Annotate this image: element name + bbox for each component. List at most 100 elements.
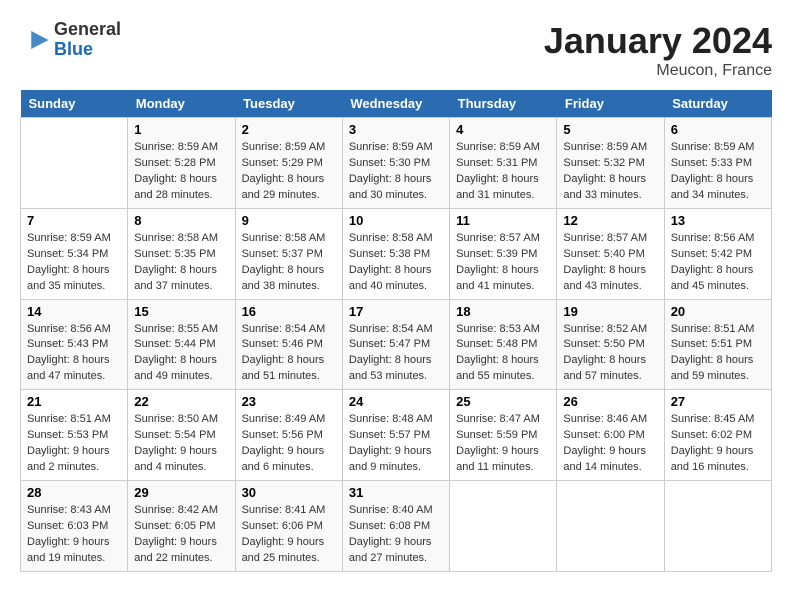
day-info: Sunrise: 8:57 AMSunset: 5:40 PMDaylight:… — [563, 231, 657, 295]
day-number: 13 — [671, 213, 765, 228]
day-number: 15 — [134, 304, 228, 319]
day-number: 16 — [242, 304, 336, 319]
day-number: 3 — [349, 122, 443, 137]
day-info: Sunrise: 8:58 AMSunset: 5:38 PMDaylight:… — [349, 231, 443, 295]
calendar-cell: 22Sunrise: 8:50 AMSunset: 5:54 PMDayligh… — [128, 390, 235, 481]
day-number: 6 — [671, 122, 765, 137]
header-day-sunday: Sunday — [21, 90, 128, 118]
week-row: 7 Sunrise: 8:59 AMSunset: 5:34 PMDaylight… — [21, 208, 772, 299]
day-info: Sunrise: 8:40 AMSunset: 6:08 PMDaylight:… — [349, 503, 443, 567]
day-number: 12 — [563, 213, 657, 228]
week-row: 1Sunrise: 8:59 AMSunset: 5:28 PMDaylight… — [21, 118, 772, 209]
day-info: Sunrise: 8:41 AMSunset: 6:06 PMDaylight:… — [242, 503, 336, 567]
day-number: 23 — [242, 394, 336, 409]
calendar-cell: 5Sunrise: 8:59 AMSunset: 5:32 PMDaylight… — [557, 118, 664, 209]
month-title: January 2024 — [544, 20, 772, 62]
calendar-cell — [664, 481, 771, 572]
calendar-cell: 7 Sunrise: 8:59 AMSunset: 5:34 PMDaylight… — [21, 208, 128, 299]
day-number: 20 — [671, 304, 765, 319]
day-info: Sunrise: 8:58 AMSunset: 5:37 PMDaylight:… — [242, 231, 336, 295]
day-number: 21 — [27, 394, 121, 409]
calendar-cell — [21, 118, 128, 209]
day-info: Sunrise: 8:59 AMSunset: 5:30 PMDaylight:… — [349, 140, 443, 204]
day-info: Sunrise: 8:48 AMSunset: 5:57 PMDaylight:… — [349, 412, 443, 476]
day-number: 31 — [349, 485, 443, 500]
title-area: January 2024 Meucon, France — [544, 20, 772, 80]
day-info: Sunrise: 8:42 AMSunset: 6:05 PMDaylight:… — [134, 503, 228, 567]
calendar-cell: 31 Sunrise: 8:40 AMSunset: 6:08 PMDayligh… — [342, 481, 449, 572]
day-info: Sunrise: 8:53 AMSunset: 5:48 PMDaylight:… — [456, 322, 550, 386]
day-info: Sunrise: 8:56 AMSunset: 5:42 PMDaylight:… — [671, 231, 765, 295]
calendar-cell: 8 Sunrise: 8:58 AMSunset: 5:35 PMDaylight… — [128, 208, 235, 299]
day-info: Sunrise: 8:56 AMSunset: 5:43 PMDaylight:… — [27, 322, 121, 386]
calendar-cell: 12 Sunrise: 8:57 AMSunset: 5:40 PMDayligh… — [557, 208, 664, 299]
header-day-friday: Friday — [557, 90, 664, 118]
calendar-cell: 23 Sunrise: 8:49 AMSunset: 5:56 PMDayligh… — [235, 390, 342, 481]
logo-text: General Blue — [54, 20, 121, 60]
day-number: 18 — [456, 304, 550, 319]
day-number: 11 — [456, 213, 550, 228]
day-number: 27 — [671, 394, 765, 409]
day-info: Sunrise: 8:59 AMSunset: 5:28 PMDaylight:… — [134, 140, 228, 204]
day-info: Sunrise: 8:45 AMSunset: 6:02 PMDaylight:… — [671, 412, 765, 476]
week-row: 14 Sunrise: 8:56 AMSunset: 5:43 PMDayligh… — [21, 299, 772, 390]
header-day-monday: Monday — [128, 90, 235, 118]
day-info: Sunrise: 8:58 AMSunset: 5:35 PMDaylight:… — [134, 231, 228, 295]
day-number: 22 — [134, 394, 228, 409]
calendar-cell: 11 Sunrise: 8:57 AMSunset: 5:39 PMDayligh… — [450, 208, 557, 299]
calendar-cell: 18 Sunrise: 8:53 AMSunset: 5:48 PMDayligh… — [450, 299, 557, 390]
logo-icon — [20, 25, 50, 55]
day-number: 14 — [27, 304, 121, 319]
calendar-cell: 4 Sunrise: 8:59 AMSunset: 5:31 PMDaylight… — [450, 118, 557, 209]
logo: General Blue — [20, 20, 121, 60]
header-day-wednesday: Wednesday — [342, 90, 449, 118]
day-number: 24 — [349, 394, 443, 409]
day-info: Sunrise: 8:43 AMSunset: 6:03 PMDaylight:… — [27, 503, 121, 567]
day-info: Sunrise: 8:51 AMSunset: 5:51 PMDaylight:… — [671, 322, 765, 386]
day-info: Sunrise: 8:49 AMSunset: 5:56 PMDaylight:… — [242, 412, 336, 476]
day-number: 7 — [27, 213, 121, 228]
day-info: Sunrise: 8:59 AMSunset: 5:33 PMDaylight:… — [671, 140, 765, 204]
calendar-cell: 30Sunrise: 8:41 AMSunset: 6:06 PMDayligh… — [235, 481, 342, 572]
day-info: Sunrise: 8:47 AMSunset: 5:59 PMDaylight:… — [456, 412, 550, 476]
calendar-cell: 14 Sunrise: 8:56 AMSunset: 5:43 PMDayligh… — [21, 299, 128, 390]
calendar-header: SundayMondayTuesdayWednesdayThursdayFrid… — [21, 90, 772, 118]
day-number: 2 — [242, 122, 336, 137]
day-info: Sunrise: 8:54 AMSunset: 5:47 PMDaylight:… — [349, 322, 443, 386]
calendar-cell: 19 Sunrise: 8:52 AMSunset: 5:50 PMDayligh… — [557, 299, 664, 390]
location: Meucon, France — [544, 62, 772, 80]
day-number: 26 — [563, 394, 657, 409]
day-info: Sunrise: 8:59 AMSunset: 5:31 PMDaylight:… — [456, 140, 550, 204]
day-number: 9 — [242, 213, 336, 228]
day-info: Sunrise: 8:51 AMSunset: 5:53 PMDaylight:… — [27, 412, 121, 476]
calendar-cell: 29Sunrise: 8:42 AMSunset: 6:05 PMDayligh… — [128, 481, 235, 572]
day-number: 4 — [456, 122, 550, 137]
calendar-cell: 6 Sunrise: 8:59 AMSunset: 5:33 PMDaylight… — [664, 118, 771, 209]
header-day-thursday: Thursday — [450, 90, 557, 118]
calendar-body: 1Sunrise: 8:59 AMSunset: 5:28 PMDaylight… — [21, 118, 772, 572]
calendar-cell: 13 Sunrise: 8:56 AMSunset: 5:42 PMDayligh… — [664, 208, 771, 299]
day-info: Sunrise: 8:59 AMSunset: 5:34 PMDaylight:… — [27, 231, 121, 295]
day-number: 5 — [563, 122, 657, 137]
calendar-cell: 20 Sunrise: 8:51 AMSunset: 5:51 PMDayligh… — [664, 299, 771, 390]
calendar-cell: 10 Sunrise: 8:58 AMSunset: 5:38 PMDayligh… — [342, 208, 449, 299]
day-number: 8 — [134, 213, 228, 228]
calendar-table: SundayMondayTuesdayWednesdayThursdayFrid… — [20, 90, 772, 572]
week-row: 21 Sunrise: 8:51 AMSunset: 5:53 PMDayligh… — [21, 390, 772, 481]
day-number: 19 — [563, 304, 657, 319]
calendar-cell: 25Sunrise: 8:47 AMSunset: 5:59 PMDayligh… — [450, 390, 557, 481]
header-day-saturday: Saturday — [664, 90, 771, 118]
day-info: Sunrise: 8:57 AMSunset: 5:39 PMDaylight:… — [456, 231, 550, 295]
page-header: General Blue January 2024 Meucon, France — [20, 20, 772, 80]
calendar-cell — [450, 481, 557, 572]
calendar-cell: 24 Sunrise: 8:48 AMSunset: 5:57 PMDayligh… — [342, 390, 449, 481]
calendar-cell: 28 Sunrise: 8:43 AMSunset: 6:03 PMDayligh… — [21, 481, 128, 572]
calendar-cell: 26Sunrise: 8:46 AMSunset: 6:00 PMDayligh… — [557, 390, 664, 481]
header-day-tuesday: Tuesday — [235, 90, 342, 118]
day-number: 28 — [27, 485, 121, 500]
day-info: Sunrise: 8:52 AMSunset: 5:50 PMDaylight:… — [563, 322, 657, 386]
day-number: 10 — [349, 213, 443, 228]
day-number: 17 — [349, 304, 443, 319]
calendar-cell: 27 Sunrise: 8:45 AMSunset: 6:02 PMDayligh… — [664, 390, 771, 481]
calendar-cell: 1Sunrise: 8:59 AMSunset: 5:28 PMDaylight… — [128, 118, 235, 209]
